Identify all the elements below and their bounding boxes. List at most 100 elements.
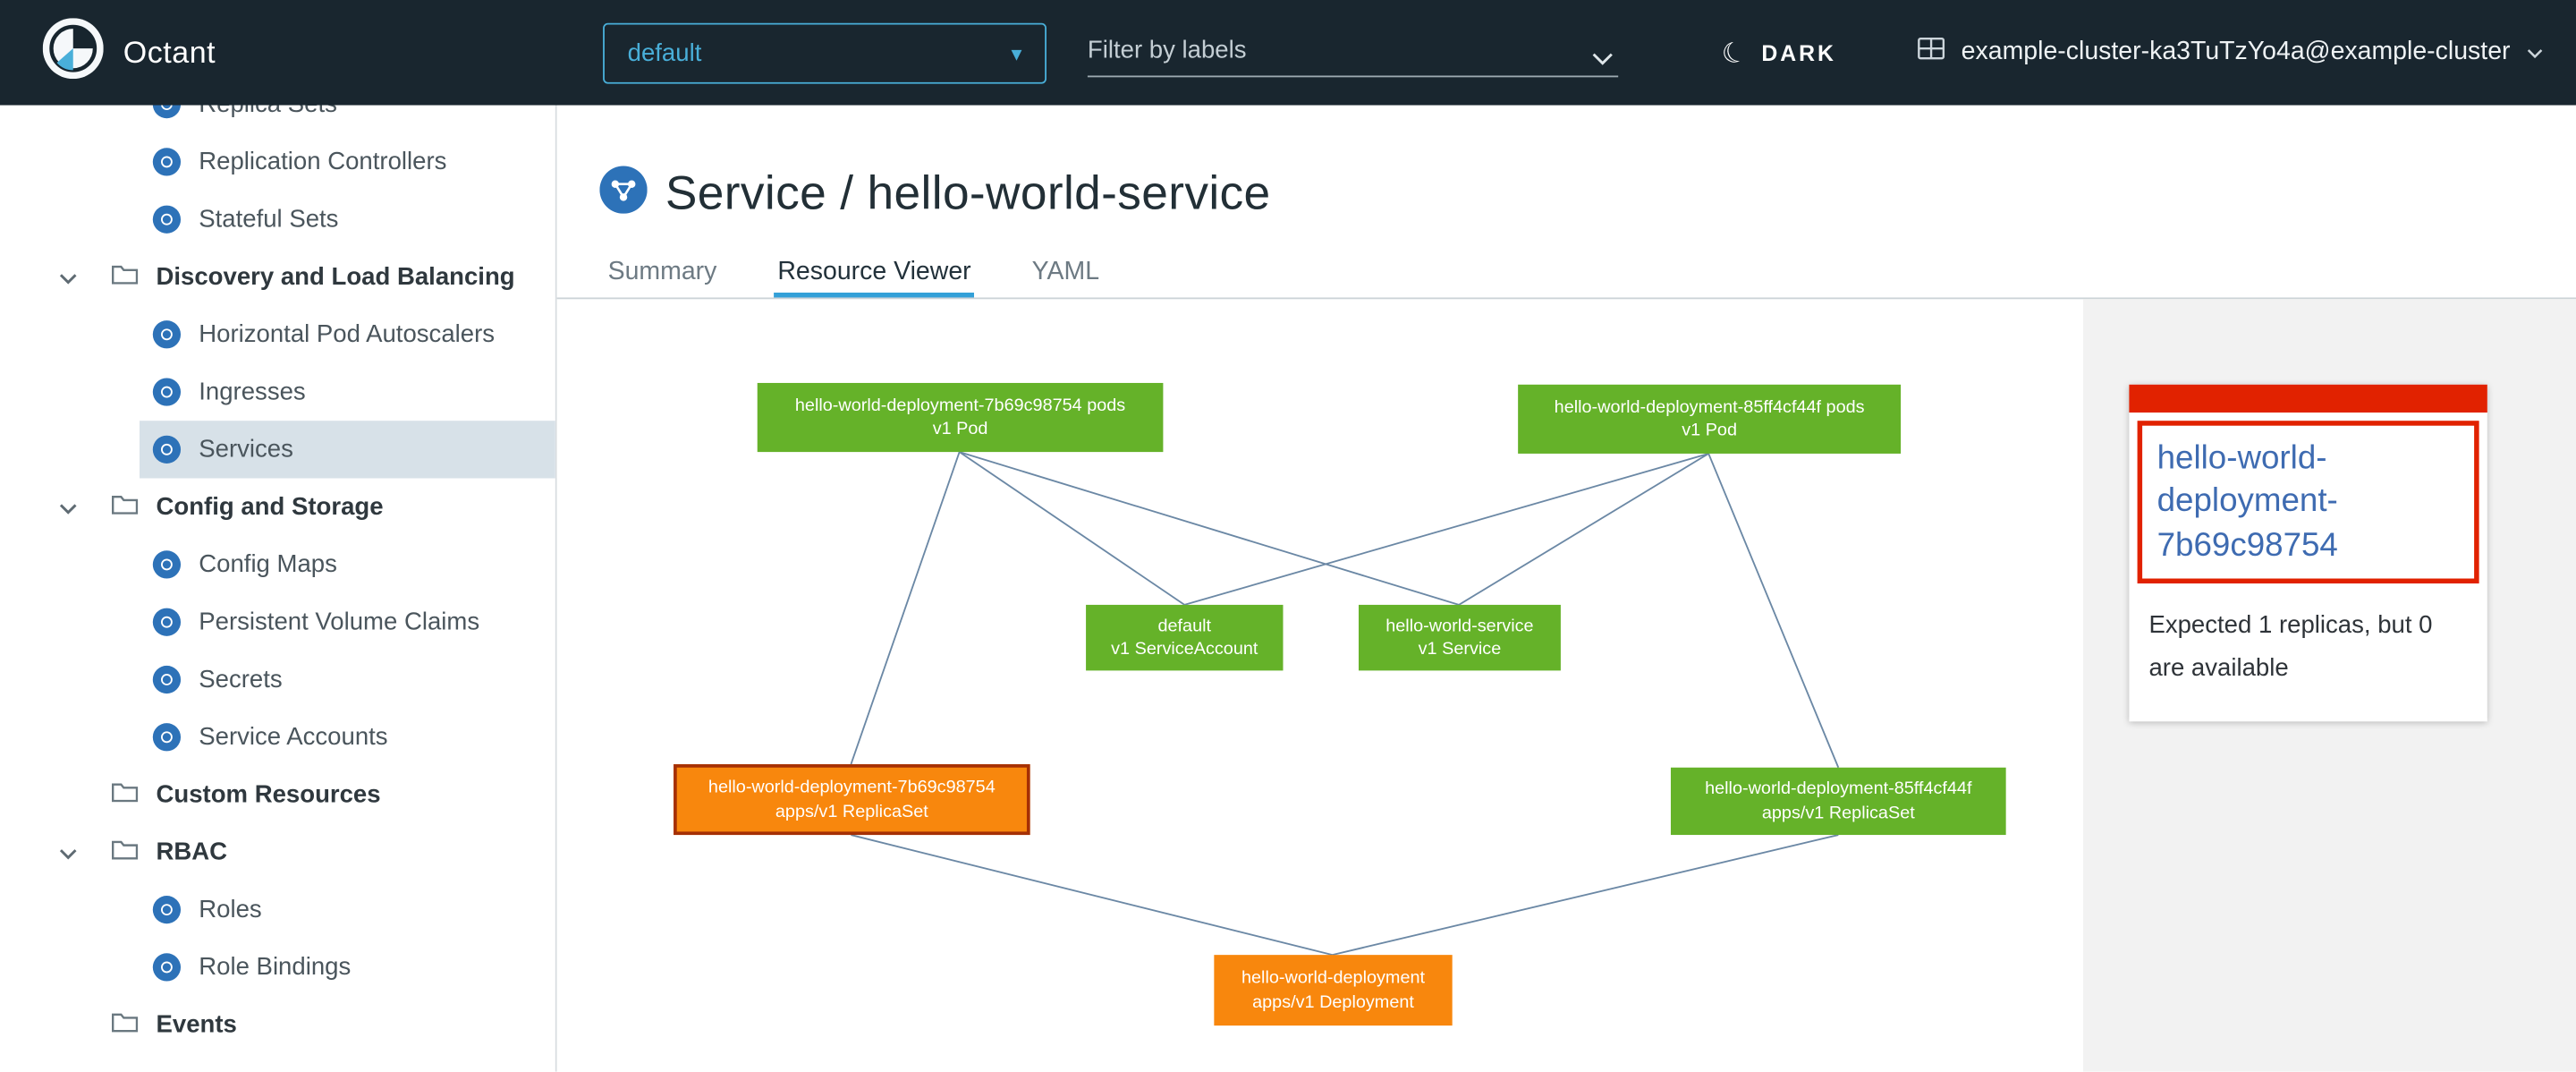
caret-down-icon: ▾: [1011, 40, 1021, 66]
sidebar-item-replication-controllers[interactable]: Replication Controllers: [0, 133, 555, 191]
graph-node-pods-7b69c98754[interactable]: hello-world-deployment-7b69c98754 pods v…: [758, 383, 1164, 452]
resource-icon: [153, 320, 181, 348]
sidebar-group-rbac[interactable]: RBAC: [0, 823, 555, 881]
sidebar-item-label: Services: [199, 436, 293, 464]
graph-node-serviceaccount-default[interactable]: default v1 ServiceAccount: [1086, 605, 1283, 670]
folder-icon: [112, 493, 138, 521]
sidebar-item-label: Service Accounts: [199, 723, 387, 751]
sidebar-item-label: Ingresses: [199, 378, 305, 405]
resource-icon: [153, 436, 181, 464]
octant-logo-icon: [43, 18, 104, 87]
resource-icon: [153, 148, 181, 175]
graph-node-pods-85ff4cf44f[interactable]: hello-world-deployment-85ff4cf44f pods v…: [1518, 385, 1901, 454]
node-title: hello-world-deployment-7b69c98754 pods: [795, 394, 1125, 417]
label-filter: [1088, 26, 1618, 77]
sidebar-item-config-maps[interactable]: Config Maps: [0, 536, 555, 593]
resource-icon: [153, 378, 181, 405]
sidebar-item-label: Replication Controllers: [199, 148, 446, 175]
chevron-down-icon: [59, 838, 77, 866]
sidebar-item-replica-sets[interactable]: Replica Sets: [0, 106, 555, 133]
moon-icon: ☾: [1718, 36, 1750, 70]
resource-icon: [153, 206, 181, 234]
sidebar-item-persistent-volume-claims[interactable]: Persistent Volume Claims: [0, 593, 555, 651]
alert-message: Expected 1 replicas, but 0 are available: [2129, 592, 2487, 721]
sidebar-item-horizontal-pod-autoscalers[interactable]: Horizontal Pod Autoscalers: [0, 306, 555, 363]
app-title: Octant: [123, 35, 216, 71]
chevron-down-icon[interactable]: [1592, 45, 1614, 74]
service-icon: [599, 166, 647, 222]
sidebar-item-label: Events: [156, 1011, 236, 1039]
resource-icon: [153, 953, 181, 981]
theme-toggle-label: DARK: [1761, 40, 1835, 65]
page-header: Service / hello-world-service: [599, 166, 1270, 222]
brand[interactable]: Octant: [43, 0, 216, 106]
namespace-selector[interactable]: default ▾: [603, 23, 1046, 84]
tab-resource-viewer[interactable]: Resource Viewer: [775, 247, 975, 298]
alert-resource-name: hello-world-deployment-7b69c98754: [2157, 440, 2338, 563]
sidebar-group-config-and-storage[interactable]: Config and Storage: [0, 478, 555, 535]
resource-viewer-graph: hello-world-deployment-7b69c98754 pods v…: [557, 299, 2576, 1071]
alert-card: hello-world-deployment-7b69c98754 Expect…: [2129, 385, 2487, 721]
sidebar-item-ingresses[interactable]: Ingresses: [0, 363, 555, 421]
node-title: hello-world-deployment-85ff4cf44f: [1705, 778, 1971, 801]
node-title: hello-world-deployment: [1241, 966, 1425, 990]
node-kind: apps/v1 ReplicaSet: [775, 800, 928, 823]
alert-resource-link[interactable]: hello-world-deployment-7b69c98754: [2138, 421, 2479, 583]
octant-window: Octant default ▾ ☾ DARK example: [0, 0, 2576, 1072]
tab-summary[interactable]: Summary: [605, 247, 720, 298]
graph-node-replicaset-7b69c98754[interactable]: hello-world-deployment-7b69c98754 apps/v…: [674, 764, 1030, 835]
node-detail-panel: hello-world-deployment-7b69c98754 Expect…: [2083, 299, 2576, 1071]
chevron-down-icon: [2527, 38, 2543, 67]
app-header: Octant default ▾ ☾ DARK example: [0, 0, 2576, 106]
folder-icon: [112, 838, 138, 866]
node-kind: v1 Pod: [933, 418, 988, 441]
sidebar-item-label: Replica Sets: [199, 106, 337, 119]
sidebar-group-label: Discovery and Load Balancing: [156, 263, 514, 291]
sidebar-item-label: Horizontal Pod Autoscalers: [199, 320, 495, 348]
sidebar-item-service-accounts[interactable]: Service Accounts: [0, 709, 555, 766]
node-kind: v1 Pod: [1682, 419, 1737, 442]
node-title: default: [1157, 614, 1211, 637]
sidebar-group-discovery-and-load-balancing[interactable]: Discovery and Load Balancing: [0, 248, 555, 305]
sidebar-item-label: Custom Resources: [156, 780, 380, 808]
sidebar-item-role-bindings[interactable]: Role Bindings: [0, 939, 555, 996]
chevron-down-icon: [59, 263, 77, 291]
cluster-icon: [1917, 35, 1945, 71]
resource-icon: [153, 550, 181, 578]
tab-yaml[interactable]: YAML: [1029, 247, 1103, 298]
page-title: Service / hello-world-service: [665, 166, 1271, 221]
sidebar-item-services[interactable]: Services: [0, 421, 555, 478]
sidebar-group-label: Config and Storage: [156, 493, 383, 521]
graph-node-service-hello-world-service[interactable]: hello-world-service v1 Service: [1359, 605, 1561, 670]
main-content: Service / hello-world-service Summary Re…: [557, 106, 2576, 1072]
cluster-selector[interactable]: example-cluster-ka3TuTzYo4a@example-clus…: [1917, 0, 2543, 106]
node-title: hello-world-service: [1385, 614, 1533, 637]
sidebar-item-label: Config Maps: [199, 550, 337, 578]
label-filter-input[interactable]: [1088, 26, 1572, 72]
nav-list: Replica Sets Replication Controllers Sta…: [0, 106, 555, 1054]
sidebar-item-roles[interactable]: Roles: [0, 881, 555, 938]
folder-icon: [112, 1011, 138, 1039]
namespace-value: default: [628, 39, 702, 67]
node-kind: v1 Service: [1419, 638, 1502, 661]
sidebar-item-label: Role Bindings: [199, 953, 351, 981]
graph-node-deployment-hello-world[interactable]: hello-world-deployment apps/v1 Deploymen…: [1214, 955, 1452, 1025]
sidebar-item-secrets[interactable]: Secrets: [0, 651, 555, 708]
resource-icon: [153, 666, 181, 693]
sidebar-item-custom-resources[interactable]: Custom Resources: [0, 766, 555, 823]
sidebar-item-label: Stateful Sets: [199, 206, 338, 234]
resource-icon: [153, 723, 181, 751]
sidebar-item-label: Persistent Volume Claims: [199, 608, 479, 636]
theme-toggle[interactable]: ☾ DARK: [1722, 0, 1836, 106]
sidebar-item-stateful-sets[interactable]: Stateful Sets: [0, 191, 555, 248]
alert-severity-bar: [2129, 385, 2487, 413]
sidebar-item-events[interactable]: Events: [0, 996, 555, 1053]
resource-icon: [153, 106, 181, 119]
graph-node-replicaset-85ff4cf44f[interactable]: hello-world-deployment-85ff4cf44f apps/v…: [1671, 768, 2006, 835]
node-kind: apps/v1 Deployment: [1252, 991, 1414, 1014]
node-title: hello-world-deployment-85ff4cf44f pods: [1555, 396, 1865, 419]
node-kind: apps/v1 ReplicaSet: [1762, 801, 1915, 824]
resource-icon: [153, 608, 181, 636]
sidebar-group-label: RBAC: [156, 838, 227, 866]
node-title: hello-world-deployment-7b69c98754: [708, 776, 996, 799]
